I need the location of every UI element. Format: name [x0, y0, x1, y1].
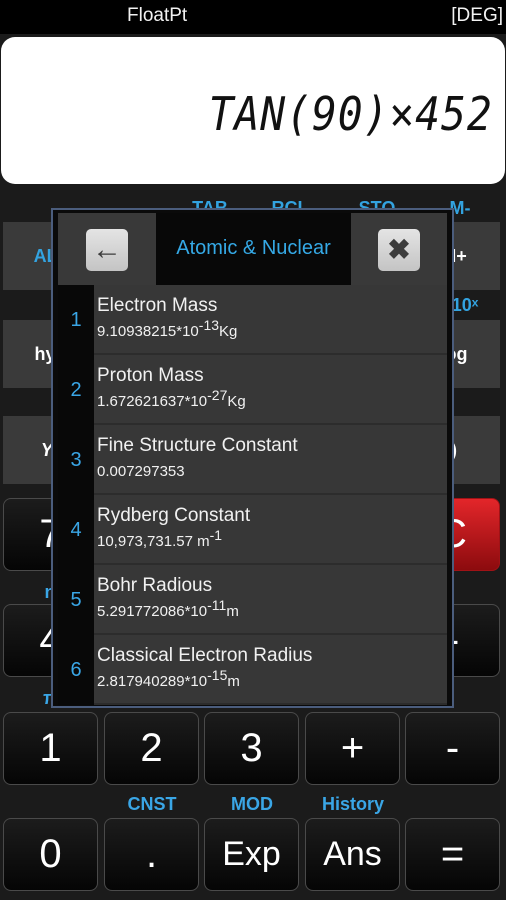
item-number: 3	[58, 425, 94, 495]
mod-label: MOD	[231, 794, 273, 814]
constant-value: 10,973,731.57 m-1	[97, 528, 222, 550]
exp-button[interactable]: Exp	[204, 818, 299, 891]
item-body: Bohr Radious 5.291772086*10-11m	[94, 565, 447, 635]
constant-list-item[interactable]: 5 Bohr Radious 5.291772086*10-11m	[58, 565, 447, 635]
equals-button[interactable]: =	[405, 818, 500, 891]
constants-list: 1 Electron Mass 9.10938215*10-13Kg 2 Proton …	[58, 285, 447, 705]
constant-list-item[interactable]: 2 Proton Mass 1.672621637*10-27Kg	[58, 355, 447, 425]
value-exponent: -13	[198, 317, 220, 333]
constant-list-item[interactable]: 4 Rydberg Constant 10,973,731.57 m-1	[58, 495, 447, 565]
item-number: 4	[58, 495, 94, 565]
key-1-label: 1	[39, 726, 62, 770]
constant-name: Fine Structure Constant	[97, 435, 298, 456]
constant-value: 5.291772086*10-11m	[97, 598, 239, 620]
item-body: Rydberg Constant 10,973,731.57 m-1	[94, 495, 447, 565]
constants-dialog: ← Atomic & Nuclear ✖ 1 Electron Mass 9.109…	[51, 208, 454, 708]
constant-name: Bohr Radious	[97, 575, 213, 596]
item-number: 5	[58, 565, 94, 635]
item-body: Classical Electron Radius 2.817940289*10-…	[94, 635, 447, 705]
minus-button[interactable]: -	[405, 712, 500, 785]
value-exponent: -15	[207, 667, 228, 683]
value-unit: Kg	[219, 323, 238, 340]
angle-mode-indicator[interactable]: [DEG]	[451, 5, 503, 27]
constant-value: 1.672621637*10-27Kg	[97, 388, 246, 410]
close-button[interactable]: ✖	[351, 213, 447, 285]
minus-label: -	[445, 726, 460, 770]
value-mantissa: 0.007297353	[97, 463, 185, 480]
constant-value: 9.10938215*10-13Kg	[97, 318, 238, 340]
constant-list-item[interactable]: 6 Classical Electron Radius 2.817940289*10…	[58, 635, 447, 705]
value-mantissa: 10,973,731.57 m	[97, 533, 210, 550]
value-exponent: -1	[209, 527, 223, 543]
item-number: 1	[58, 285, 94, 355]
mode-indicator[interactable]: FloatPt	[127, 5, 187, 27]
decimal-label: .	[145, 832, 158, 876]
key-0-label: 0	[39, 832, 62, 876]
value-mantissa: 2.817940289*10	[97, 673, 208, 690]
constant-list-item[interactable]: 1 Electron Mass 9.10938215*10-13Kg	[58, 285, 447, 355]
cnst-label: CNST	[127, 794, 177, 814]
expression-text: TAN(90)×452	[208, 87, 493, 141]
equals-label: =	[440, 832, 465, 876]
value-exponent: -27	[207, 387, 228, 403]
key-2-label: 2	[140, 726, 163, 770]
decimal-button[interactable]: .	[104, 818, 199, 891]
ans-label: Ans	[323, 835, 382, 873]
item-body: Fine Structure Constant 0.007297353	[94, 425, 447, 495]
constant-list-item[interactable]: 3 Fine Structure Constant 0.007297353	[58, 425, 447, 495]
value-unit: Kg	[227, 393, 246, 410]
item-number: 2	[58, 355, 94, 425]
constant-value: 2.817940289*10-15m	[97, 668, 240, 690]
constant-name: Proton Mass	[97, 365, 204, 386]
status-bar: FloatPt [DEG]	[0, 0, 506, 34]
value-mantissa: 1.672621637*10	[97, 393, 208, 410]
exp-label: Exp	[222, 835, 281, 873]
calculator-display: TAN(90)×452	[1, 37, 505, 184]
constant-name: Rydberg Constant	[97, 505, 251, 526]
value-exponent: -11	[207, 597, 227, 613]
item-number: 6	[58, 635, 94, 705]
back-button[interactable]: ←	[58, 213, 156, 285]
constant-name: Electron Mass	[97, 295, 218, 316]
constant-value: 0.007297353	[97, 463, 185, 480]
value-unit: m	[226, 603, 239, 620]
plus-button[interactable]: +	[305, 712, 400, 785]
close-x-icon: ✖	[378, 229, 420, 271]
value-mantissa: 9.10938215*10	[97, 323, 199, 340]
constant-name: Classical Electron Radius	[97, 645, 313, 666]
key-1[interactable]: 1	[3, 712, 98, 785]
history-label: History	[321, 794, 384, 814]
key-3-label: 3	[240, 726, 263, 770]
value-unit: m	[227, 673, 240, 690]
value-mantissa: 5.291772086*10	[97, 603, 208, 620]
plus-label: +	[340, 726, 365, 770]
key-0[interactable]: 0	[3, 818, 98, 891]
dialog-header: ← Atomic & Nuclear ✖	[58, 213, 447, 285]
dialog-title: Atomic & Nuclear	[176, 237, 331, 259]
key-2[interactable]: 2	[104, 712, 199, 785]
left-arrow-icon: ←	[86, 229, 128, 271]
key-3[interactable]: 3	[204, 712, 299, 785]
ans-button[interactable]: Ans	[305, 818, 400, 891]
item-body: Proton Mass 1.672621637*10-27Kg	[94, 355, 447, 425]
item-body: Electron Mass 9.10938215*10-13Kg	[94, 285, 447, 355]
